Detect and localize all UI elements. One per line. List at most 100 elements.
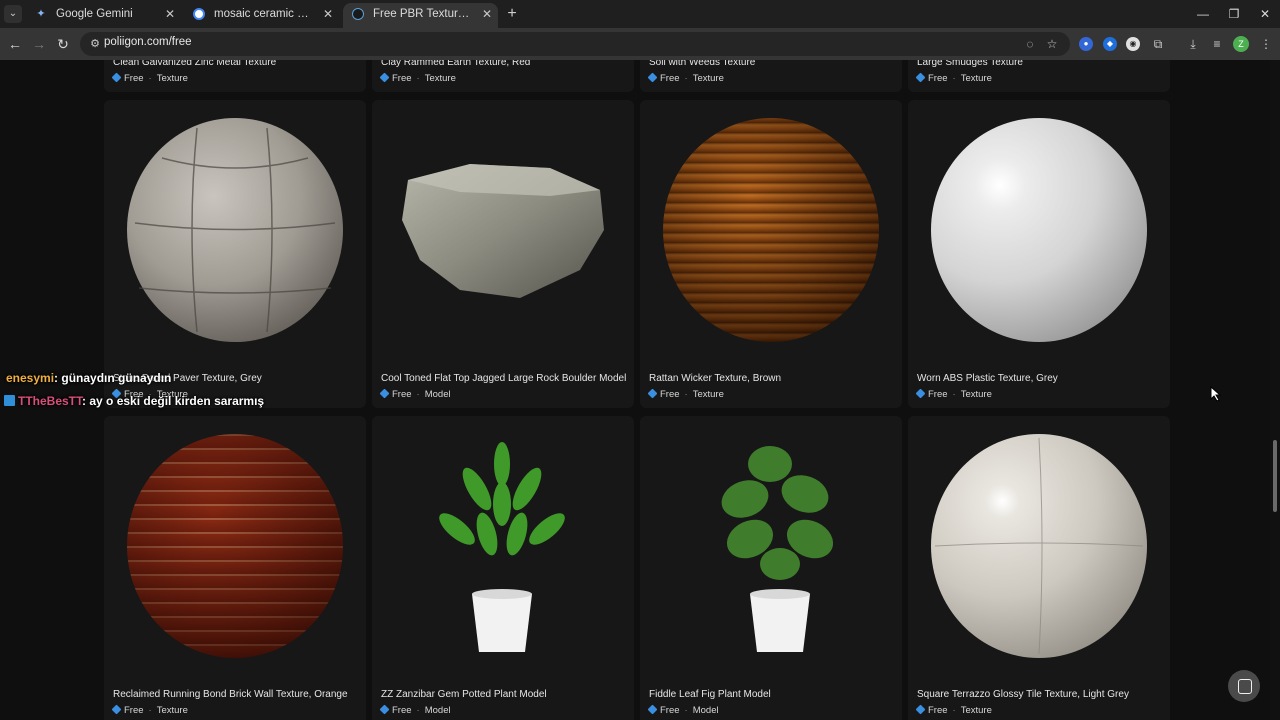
close-icon[interactable]: ✕ bbox=[323, 3, 333, 25]
poliigon-icon bbox=[352, 8, 364, 20]
price-label: Free bbox=[660, 389, 680, 400]
price-tag-icon bbox=[915, 388, 926, 399]
back-icon[interactable]: ← bbox=[6, 35, 24, 53]
asset-card[interactable]: Square Terrazzo Glossy Tile Texture, Lig… bbox=[908, 416, 1170, 720]
asset-card[interactable]: ZZ Zanzibar Gem Potted Plant Model Free ·… bbox=[372, 416, 634, 720]
price-tag-icon bbox=[915, 704, 926, 715]
asset-meta: Free · Model bbox=[647, 704, 719, 716]
eye-off-icon[interactable]: ◌ bbox=[1023, 37, 1037, 51]
reload-icon[interactable]: ↻ bbox=[54, 35, 72, 53]
gemini-icon: ✦ bbox=[36, 8, 46, 20]
asset-type: Model bbox=[424, 705, 451, 716]
tab-mosaic-search[interactable]: mosaic ceramic material for unity ✕ bbox=[184, 3, 339, 28]
asset-type: Texture bbox=[692, 389, 724, 400]
price-tag-icon bbox=[379, 704, 390, 715]
price-tag-icon bbox=[111, 704, 122, 715]
minimize-button[interactable]: — bbox=[1188, 4, 1218, 24]
asset-card[interactable]: Soil with Weeds Texture Free · Texture bbox=[640, 60, 902, 92]
asset-title: Clean Galvanized Zinc Metal Texture bbox=[113, 60, 277, 68]
kebab-menu-icon[interactable]: ⋮ bbox=[1258, 36, 1274, 52]
price-label: Free bbox=[928, 389, 948, 400]
url-text: poliigon.com/free bbox=[104, 36, 192, 48]
asset-card[interactable]: Cool Toned Flat Top Jagged Large Rock Bo… bbox=[372, 100, 634, 408]
price-label: Free bbox=[660, 73, 680, 84]
asset-type: Texture bbox=[156, 73, 188, 84]
asset-card[interactable]: Fiddle Leaf Fig Plant Model Free · Model bbox=[640, 416, 902, 720]
close-icon[interactable]: ✕ bbox=[482, 3, 492, 25]
asset-type: Texture bbox=[424, 73, 456, 84]
tab-search-button[interactable]: ⌄ bbox=[4, 5, 22, 23]
site-info-icon[interactable]: ⚙ bbox=[88, 37, 102, 51]
chat-text: : ay o eski değil kirden sararmış bbox=[82, 394, 265, 408]
chat-message: TTheBesTT: ay o eski değil kirden sararm… bbox=[4, 394, 264, 408]
price-label: Free bbox=[124, 73, 144, 84]
mouse-cursor-icon bbox=[1210, 386, 1222, 402]
close-window-button[interactable]: ✕ bbox=[1250, 4, 1280, 24]
asset-title: Soil with Weeds Texture bbox=[649, 60, 756, 68]
price-tag-icon bbox=[915, 72, 926, 83]
asset-type: Texture bbox=[692, 73, 724, 84]
google-icon bbox=[193, 8, 205, 20]
new-tab-button[interactable]: + bbox=[505, 5, 519, 23]
browser-toolbar: ← → ↻ ⚙ poliigon.com/free ◌ ☆ ● ◆ ◉ ⧉ ⤓ … bbox=[0, 28, 1280, 60]
zz-plant-preview bbox=[439, 442, 565, 652]
restore-button[interactable]: ❐ bbox=[1219, 4, 1249, 24]
price-tag-icon bbox=[647, 72, 658, 83]
brick-texture-preview bbox=[127, 434, 343, 658]
chat-badge-icon bbox=[4, 395, 15, 406]
tab-poliigon[interactable]: Free PBR Textures, 3D Models & HDRIs ✕ bbox=[343, 3, 498, 28]
asset-card[interactable]: Clean Galvanized Zinc Metal Texture Free… bbox=[104, 60, 366, 92]
extension-icon[interactable]: ● bbox=[1079, 37, 1093, 51]
price-tag-icon bbox=[647, 704, 658, 715]
asset-type: Texture bbox=[960, 73, 992, 84]
asset-card[interactable]: Stone Paved Paver Texture, Grey Free · Tex… bbox=[104, 100, 366, 408]
address-bar[interactable]: ⚙ poliigon.com/free ◌ ☆ bbox=[80, 32, 1070, 56]
asset-meta: Free · Model bbox=[379, 388, 451, 400]
plastic-texture-preview bbox=[931, 118, 1147, 342]
close-icon[interactable]: ✕ bbox=[165, 3, 175, 25]
star-icon[interactable]: ☆ bbox=[1045, 37, 1059, 51]
price-label: Free bbox=[392, 705, 412, 716]
price-tag-icon bbox=[379, 72, 390, 83]
asset-meta: Free · Texture bbox=[915, 388, 992, 400]
rattan-texture-preview bbox=[663, 118, 879, 342]
asset-meta: Free · Texture bbox=[915, 704, 992, 716]
asset-meta: Free · Texture bbox=[647, 72, 724, 84]
price-label: Free bbox=[124, 705, 144, 716]
asset-card[interactable]: Worn ABS Plastic Texture, Grey Free · Text… bbox=[908, 100, 1170, 408]
extension-icon[interactable]: ◉ bbox=[1126, 37, 1140, 51]
asset-meta: Free · Model bbox=[379, 704, 451, 716]
asset-title: Rattan Wicker Texture, Brown bbox=[649, 373, 782, 384]
tab-label: Free PBR Textures, 3D Models & HDRIs bbox=[373, 8, 472, 20]
forward-icon[interactable]: → bbox=[30, 35, 48, 53]
asset-title: ZZ Zanzibar Gem Potted Plant Model bbox=[381, 689, 547, 700]
asset-meta: Free · Texture bbox=[111, 704, 188, 716]
asset-meta: Free · Texture bbox=[915, 72, 992, 84]
asset-title: Fiddle Leaf Fig Plant Model bbox=[649, 689, 771, 700]
price-label: Free bbox=[928, 705, 948, 716]
tab-label: mosaic ceramic material for unity bbox=[214, 8, 313, 20]
asset-title: Large Smudges Texture bbox=[917, 60, 1023, 68]
asset-meta: Free · Texture bbox=[111, 72, 188, 84]
media-icon[interactable]: ≡ bbox=[1209, 36, 1225, 52]
asset-title: Reclaimed Running Bond Brick Wall Textur… bbox=[113, 689, 348, 700]
terrazzo-texture-preview bbox=[931, 434, 1147, 658]
asset-card[interactable]: Clay Rammed Earth Texture, Red Free · Text… bbox=[372, 60, 634, 92]
asset-card[interactable]: Reclaimed Running Bond Brick Wall Textur… bbox=[104, 416, 366, 720]
chat-support-button[interactable] bbox=[1228, 670, 1260, 702]
chat-username: TTheBesTT bbox=[18, 394, 83, 408]
price-label: Free bbox=[392, 73, 412, 84]
puzzle-icon[interactable]: ⧉ bbox=[1150, 36, 1166, 52]
asset-card[interactable]: Large Smudges Texture Free · Texture bbox=[908, 60, 1170, 92]
chat-username: enesymi bbox=[6, 371, 55, 385]
asset-card[interactable]: Rattan Wicker Texture, Brown Free · Textur… bbox=[640, 100, 902, 408]
scrollbar[interactable] bbox=[1270, 60, 1280, 720]
profile-avatar[interactable]: Z bbox=[1233, 36, 1249, 52]
tab-google-gemini[interactable]: ✦ Google Gemini ✕ bbox=[26, 3, 181, 28]
asset-title: Cool Toned Flat Top Jagged Large Rock Bo… bbox=[381, 373, 627, 384]
scrollbar-thumb[interactable] bbox=[1273, 440, 1277, 512]
fig-plant-preview bbox=[721, 446, 834, 652]
price-label: Free bbox=[660, 705, 680, 716]
download-icon[interactable]: ⤓ bbox=[1185, 36, 1201, 52]
extension-icon[interactable]: ◆ bbox=[1103, 37, 1117, 51]
